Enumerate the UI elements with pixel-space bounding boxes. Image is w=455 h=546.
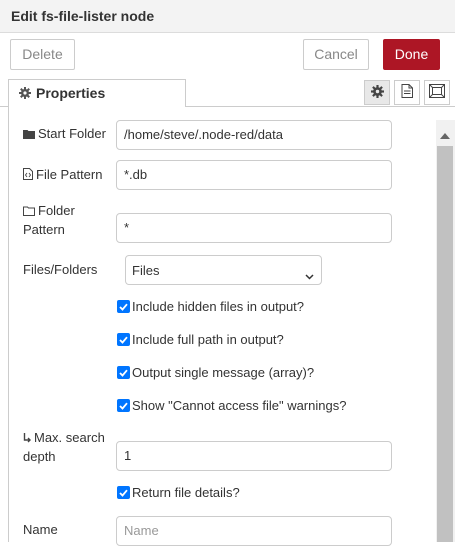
appearance-icon (429, 84, 445, 101)
files-folders-select[interactable]: Files (125, 255, 322, 285)
description-icon (401, 84, 413, 101)
max-depth-input[interactable]: 1 (116, 441, 392, 471)
appearance-tab-button[interactable] (424, 80, 450, 105)
checkmark-icon (117, 399, 130, 412)
arrow-down-right-icon (23, 430, 31, 448)
start-folder-label: Start Folder (23, 125, 106, 144)
dialog-titlebar: Edit fs-file-lister node (0, 0, 455, 33)
gear-icon (370, 84, 384, 101)
cancel-button[interactable]: Cancel (303, 39, 369, 70)
folder-icon (23, 126, 35, 144)
start-folder-input[interactable]: /home/steve/.node-red/data (116, 120, 392, 150)
done-button[interactable]: Done (383, 39, 440, 70)
file-pattern-label: File Pattern (23, 166, 102, 185)
files-folders-label: Files/Folders (23, 262, 98, 277)
name-label: Name (23, 522, 58, 537)
description-tab-button[interactable] (394, 80, 420, 105)
chevron-down-icon (305, 267, 314, 283)
checkmark-icon (117, 366, 130, 379)
scrollbar-thumb[interactable] (437, 146, 453, 542)
file-pattern-input[interactable]: *.db (116, 160, 392, 190)
max-depth-label: Max. search depth (23, 430, 105, 464)
settings-tab-button[interactable] (364, 80, 390, 105)
file-code-icon (23, 167, 33, 185)
dialog-title: Edit fs-file-lister node (11, 8, 155, 24)
checkmark-icon (117, 300, 130, 313)
folder-outline-icon (23, 203, 35, 221)
files-folders-selected: Files (132, 263, 160, 278)
tab-properties-label: Properties (36, 85, 106, 101)
gear-icon (19, 86, 31, 102)
checkmark-icon (117, 486, 130, 499)
scroll-up-icon[interactable] (440, 126, 450, 142)
delete-button[interactable]: Delete (10, 39, 75, 70)
folder-pattern-label: Folder Pattern (23, 203, 75, 237)
checkmark-icon (117, 333, 130, 346)
tab-properties[interactable]: Properties (8, 79, 186, 107)
folder-pattern-input[interactable]: * (116, 213, 392, 243)
